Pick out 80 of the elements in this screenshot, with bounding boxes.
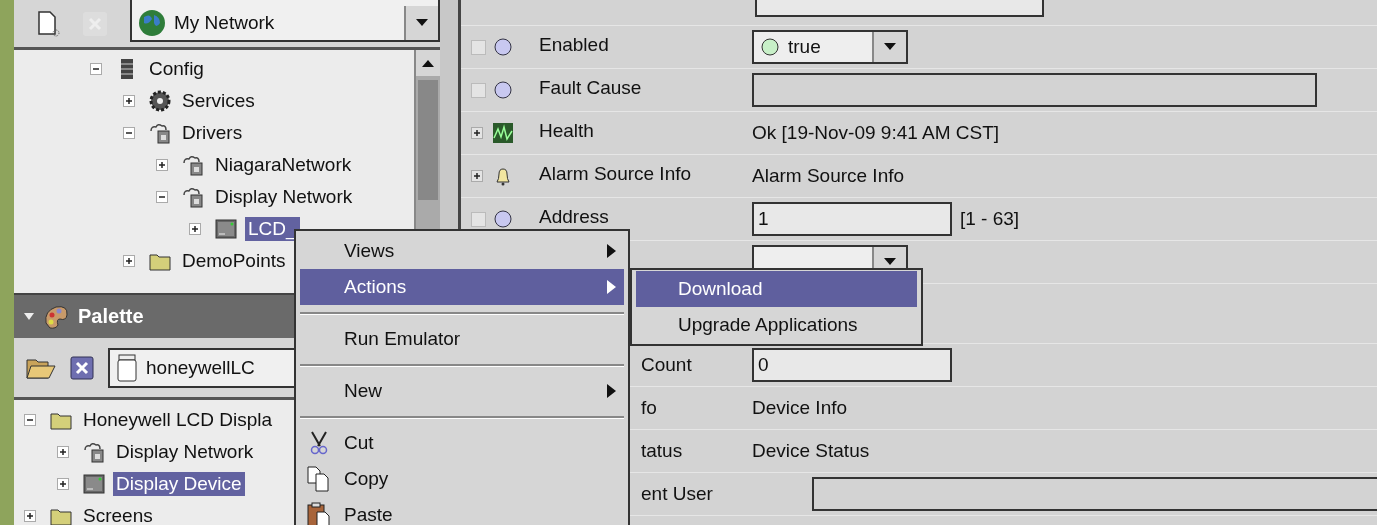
- menu-item[interactable]: Upgrade Applications: [636, 307, 917, 343]
- device-icon: [83, 473, 105, 495]
- checkbox[interactable]: [471, 82, 486, 98]
- network-selector[interactable]: My Network: [130, 0, 440, 42]
- menu-item[interactable]: Actions: [300, 269, 624, 305]
- menu-item[interactable]: Copy: [300, 461, 624, 497]
- property-value: Ok [19-Nov-09 9:41 AM CST]: [752, 122, 1000, 144]
- property-label: Fault Cause: [539, 77, 643, 99]
- network-device-icon: [182, 154, 204, 176]
- expand-icon[interactable]: [57, 478, 69, 490]
- property-label: tatus: [641, 440, 684, 462]
- property-label: Alarm Source Info: [539, 163, 693, 185]
- tree-item[interactable]: Honeywell LCD Displa: [80, 408, 276, 432]
- tree-item[interactable]: Screens: [80, 504, 156, 525]
- dropdown-arrow-icon: [884, 43, 896, 51]
- dropdown-arrow-icon: [416, 18, 428, 27]
- text-field[interactable]: 1: [752, 202, 952, 236]
- dropdown[interactable]: true: [752, 30, 908, 64]
- tree-item[interactable]: NiagaraNetwork: [212, 153, 355, 177]
- scrollbar-thumb[interactable]: [418, 80, 438, 200]
- network-device-icon: [182, 186, 204, 208]
- expand-icon[interactable]: [189, 223, 201, 235]
- range-label: [1 - 63]: [960, 208, 1020, 230]
- scroll-up-icon[interactable]: [422, 59, 434, 67]
- chart-icon: [493, 123, 513, 143]
- collapse-icon[interactable]: [24, 312, 34, 321]
- device-icon: [215, 218, 237, 240]
- text-field[interactable]: [752, 73, 1317, 107]
- collapse-icon[interactable]: [24, 414, 36, 426]
- property-label: Count: [641, 354, 693, 376]
- bell-icon: [493, 166, 513, 186]
- checkbox[interactable]: [471, 39, 486, 55]
- collapse-icon[interactable]: [156, 191, 168, 203]
- collapse-icon[interactable]: [123, 127, 135, 139]
- menu-item[interactable]: Download: [636, 271, 917, 307]
- circle-icon: [493, 80, 513, 100]
- expand-icon[interactable]: [123, 255, 135, 267]
- tree-item[interactable]: Services: [179, 89, 258, 113]
- menu-item[interactable]: Cut: [300, 425, 624, 461]
- network-device-icon: [149, 122, 171, 144]
- property-label: ent User: [641, 483, 714, 505]
- menu-item[interactable]: Views: [300, 233, 624, 269]
- close-icon[interactable]: [70, 355, 94, 380]
- text-field[interactable]: [755, 0, 1044, 17]
- panel-title: Palette: [78, 305, 144, 328]
- tree-item[interactable]: Display Network: [113, 440, 257, 464]
- jar-icon: [116, 353, 138, 382]
- property-value: Alarm Source Info: [752, 165, 905, 187]
- expand-icon[interactable]: [156, 159, 168, 171]
- checkbox[interactable]: [471, 211, 486, 227]
- tree-item[interactable]: LCD_: [245, 217, 300, 241]
- expand-icon[interactable]: [123, 95, 135, 107]
- expand-icon[interactable]: [471, 170, 483, 182]
- circle-icon: [493, 209, 513, 229]
- text-field[interactable]: [812, 477, 1377, 511]
- text-field[interactable]: 0: [752, 348, 952, 382]
- property-label: Enabled: [539, 34, 610, 56]
- network-device-icon: [83, 441, 105, 463]
- circle-icon: [760, 37, 780, 57]
- globe-icon: [138, 8, 166, 37]
- expand-icon[interactable]: [24, 510, 36, 522]
- expand-icon[interactable]: [57, 446, 69, 458]
- copy-icon: [306, 466, 332, 492]
- expand-icon[interactable]: [471, 127, 483, 139]
- tree-item[interactable]: Display Device: [113, 472, 245, 496]
- new-document-icon[interactable]: [36, 9, 60, 38]
- property-label: fo: [641, 397, 658, 419]
- collapse-icon[interactable]: [90, 63, 102, 75]
- property-label: Health: [539, 120, 595, 142]
- tree-item[interactable]: Config: [146, 57, 207, 81]
- circle-icon: [493, 37, 513, 57]
- dropdown-arrow-icon: [884, 258, 896, 266]
- gear-icon: [149, 90, 171, 112]
- tree-item[interactable]: DemoPoints: [179, 249, 289, 273]
- property-value: Device Info: [752, 397, 848, 419]
- property-value: Device Status: [752, 440, 870, 462]
- property-label: Address: [539, 206, 610, 228]
- tree-item[interactable]: Display Network: [212, 185, 356, 209]
- tree-item[interactable]: Drivers: [179, 121, 246, 145]
- menu-item[interactable]: Paste: [300, 497, 624, 525]
